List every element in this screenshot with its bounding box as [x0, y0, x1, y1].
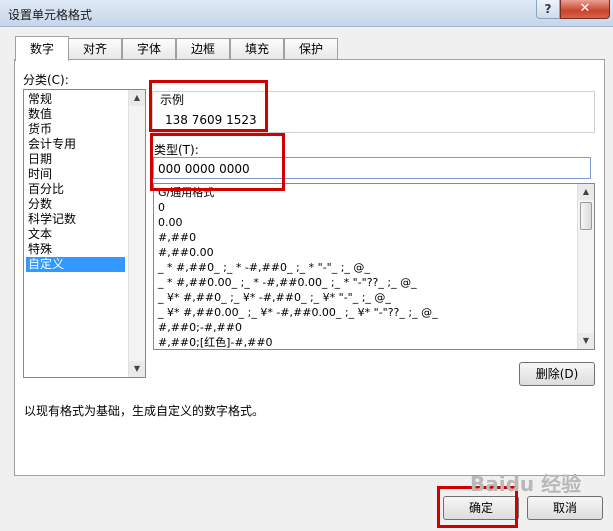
watermark: Baidu 经验: [470, 472, 582, 496]
list-item[interactable]: 百分比: [26, 182, 125, 197]
sample-label: 示例: [160, 93, 185, 107]
list-item[interactable]: 日期: [26, 152, 125, 167]
delete-button[interactable]: 删除(D): [519, 362, 595, 386]
scroll-down-icon[interactable]: ▼: [129, 361, 145, 377]
list-item[interactable]: _ ¥* #,##0.00_ ;_ ¥* -#,##0.00_ ;_ ¥* "-…: [158, 305, 438, 320]
tab-protection[interactable]: 保护: [284, 38, 338, 60]
tab-number[interactable]: 数字: [15, 36, 69, 61]
list-item[interactable]: #,##0.00: [158, 245, 214, 260]
scroll-up-icon[interactable]: ▲: [578, 184, 594, 200]
list-item[interactable]: #,##0;[红色]-#,##0: [158, 335, 273, 349]
format-scrollbar[interactable]: ▲ ▼: [577, 184, 594, 349]
category-scrollbar[interactable]: ▲ ▼: [128, 90, 145, 377]
format-list[interactable]: G/通用格式 0 0.00 #,##0 #,##0.00 _ * #,##0_ …: [153, 183, 595, 350]
cancel-button[interactable]: 取消: [527, 496, 603, 520]
list-item[interactable]: _ * #,##0_ ;_ * -#,##0_ ;_ * "-"_ ;_ @_: [158, 260, 370, 275]
tab-alignment[interactable]: 对齐: [68, 38, 122, 60]
category-list[interactable]: 常规 数值 货币 会计专用 日期 时间 百分比 分数 科学记数 文本 特殊 自定…: [23, 89, 146, 378]
list-item[interactable]: 货币: [26, 122, 125, 137]
type-input[interactable]: 000 0000 0000: [153, 157, 591, 179]
list-item-selected[interactable]: 自定义: [26, 257, 125, 272]
help-icon[interactable]: ?: [536, 0, 560, 19]
list-item[interactable]: G/通用格式: [158, 185, 214, 200]
list-item[interactable]: 文本: [26, 227, 125, 242]
list-item[interactable]: 数值: [26, 107, 125, 122]
list-item[interactable]: 科学记数: [26, 212, 125, 227]
category-label: 分类(C):: [23, 73, 69, 87]
list-item[interactable]: #,##0;-#,##0: [158, 320, 242, 335]
sample-value: 138 7609 1523: [165, 113, 257, 127]
list-item[interactable]: 时间: [26, 167, 125, 182]
list-item[interactable]: _ ¥* #,##0_ ;_ ¥* -#,##0_ ;_ ¥* "-"_ ;_ …: [158, 290, 391, 305]
list-item[interactable]: 会计专用: [26, 137, 125, 152]
scroll-up-icon[interactable]: ▲: [129, 90, 145, 106]
tab-font[interactable]: 字体: [122, 38, 176, 60]
ok-button[interactable]: 确定: [443, 496, 519, 520]
scroll-down-icon[interactable]: ▼: [578, 333, 594, 349]
tab-fill[interactable]: 填充: [230, 38, 284, 60]
window-title: 设置单元格格式: [8, 8, 93, 22]
tab-border[interactable]: 边框: [176, 38, 230, 60]
close-icon[interactable]: ✕: [560, 0, 610, 19]
list-item[interactable]: 分数: [26, 197, 125, 212]
list-item[interactable]: 特殊: [26, 242, 125, 257]
list-item[interactable]: 0: [158, 200, 165, 215]
list-item[interactable]: 0.00: [158, 215, 183, 230]
type-label: 类型(T):: [154, 143, 199, 157]
list-item[interactable]: _ * #,##0.00_ ;_ * -#,##0.00_ ;_ * "-"??…: [158, 275, 417, 290]
list-item[interactable]: 常规: [26, 92, 125, 107]
description-text: 以现有格式为基础，生成自定义的数字格式。: [24, 404, 265, 418]
title-bar: 设置单元格格式 ? ✕: [0, 0, 613, 27]
list-item[interactable]: #,##0: [158, 230, 196, 245]
scroll-thumb[interactable]: [580, 202, 592, 230]
